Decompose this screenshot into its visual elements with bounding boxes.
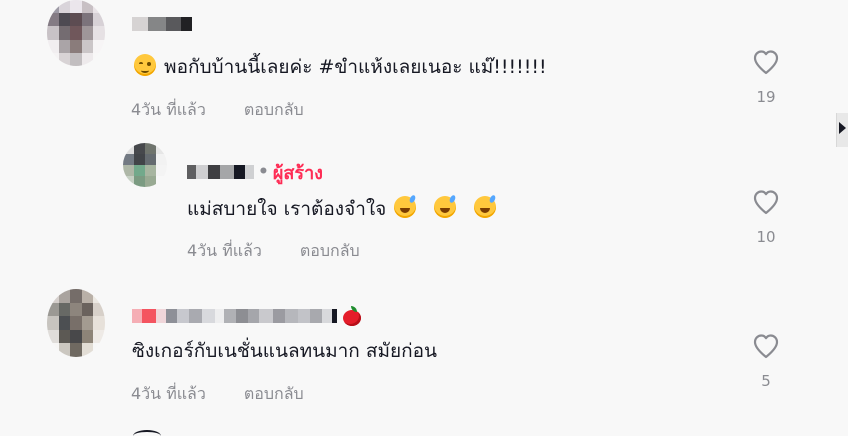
comment-meta: 4วัน ที่แล้ว ตอบกลับ xyxy=(131,98,304,123)
comment-time: 4วัน ที่แล้ว xyxy=(187,241,262,260)
heart-icon[interactable] xyxy=(752,49,780,75)
comment-item-3: ซิงเกอร์กับเนชั่นแนลทนมาก สมัยก่อน 4วัน … xyxy=(0,278,820,404)
apple-icon xyxy=(343,306,361,326)
next-comment-avatar[interactable] xyxy=(133,430,161,436)
blurred-username-pixels xyxy=(187,162,254,182)
comment-item-1: พอกับบ้านนี้เลยค่ะ #ขำแห้งเลยเนอะ แม๊!!!… xyxy=(0,0,820,125)
like-count: 19 xyxy=(756,88,776,106)
avatar[interactable] xyxy=(47,289,105,357)
blurred-username-pixels xyxy=(132,14,192,34)
heart-icon[interactable] xyxy=(752,189,780,215)
like-control[interactable]: 19 xyxy=(746,49,786,106)
comment-time: 4วัน ที่แล้ว xyxy=(131,384,206,403)
comment-reply-creator: • ผู้สร้าง แม่สบายใจ เราต้องจำใจ 4วัน ที… xyxy=(0,133,820,261)
comment-time: 4วัน ที่แล้ว xyxy=(131,100,206,119)
creator-separator-dot: • xyxy=(258,162,269,182)
comment-text: พอกับบ้านนี้เลยค่ะ #ขำแห้งเลยเนอะ แม๊!!!… xyxy=(132,53,547,81)
reply-button[interactable]: ตอบกลับ xyxy=(300,239,360,264)
creator-label: ผู้สร้าง xyxy=(272,162,323,184)
comment-meta: 4วัน ที่แล้ว ตอบกลับ xyxy=(131,382,304,407)
like-count: 10 xyxy=(756,228,776,246)
heart-icon[interactable] xyxy=(752,333,780,359)
smiling-face-with-sweat-icon xyxy=(474,196,497,218)
reply-button[interactable]: ตอบกลับ xyxy=(244,382,304,407)
avatar[interactable] xyxy=(47,0,105,66)
comment-body: พอกับบ้านนี้เลยค่ะ #ขำแห้งเลยเนอะ แม๊!!!… xyxy=(164,56,547,78)
smiling-face-with-sweat-icon xyxy=(394,196,417,218)
comment-body: แม่สบายใจ เราต้องจำใจ xyxy=(187,198,387,220)
username[interactable] xyxy=(132,12,192,36)
like-control[interactable]: 5 xyxy=(746,333,786,390)
smiling-face-with-sweat-icon xyxy=(434,196,457,218)
comment-text: แม่สบายใจ เราต้องจำใจ xyxy=(187,195,498,223)
like-count: 5 xyxy=(761,372,771,390)
like-control[interactable]: 10 xyxy=(746,189,786,246)
username[interactable] xyxy=(132,304,361,328)
reply-button[interactable]: ตอบกลับ xyxy=(244,98,304,123)
comment-section: พอกับบ้านนี้เลยค่ะ #ขำแห้งเลยเนอะ แม๊!!!… xyxy=(0,0,848,436)
rolling-eyes-emoji-icon xyxy=(134,54,156,76)
comment-text: ซิงเกอร์กับเนชั่นแนลทนมาก สมัยก่อน xyxy=(132,337,437,365)
avatar[interactable] xyxy=(123,143,167,187)
scroll-arrow-icon[interactable] xyxy=(839,122,846,134)
username[interactable]: • ผู้สร้าง xyxy=(187,160,323,184)
comment-body: ซิงเกอร์กับเนชั่นแนลทนมาก สมัยก่อน xyxy=(132,340,438,362)
blurred-username-pixels xyxy=(132,306,337,326)
comment-meta: 4วัน ที่แล้ว ตอบกลับ xyxy=(187,239,360,264)
